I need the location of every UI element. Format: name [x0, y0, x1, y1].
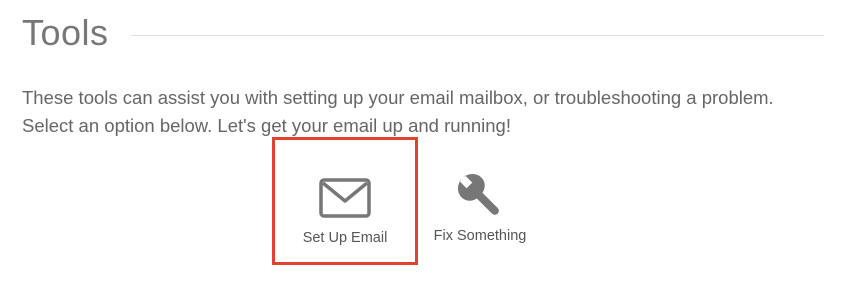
- fix-something-label: Fix Something: [433, 228, 527, 244]
- fix-something-button[interactable]: Fix Something: [426, 137, 534, 244]
- set-up-email-button[interactable]: Set Up Email: [272, 137, 418, 265]
- set-up-email-label: Set Up Email: [302, 230, 388, 246]
- envelope-icon: [319, 176, 371, 220]
- intro-text: These tools can assist you with setting …: [22, 87, 774, 136]
- tools-row: Set Up Email Fix Something: [272, 137, 534, 265]
- section-divider: [130, 34, 824, 36]
- section-title: Tools: [22, 12, 109, 53]
- section-header: Tools: [22, 8, 824, 58]
- wrench-icon: [455, 173, 505, 218]
